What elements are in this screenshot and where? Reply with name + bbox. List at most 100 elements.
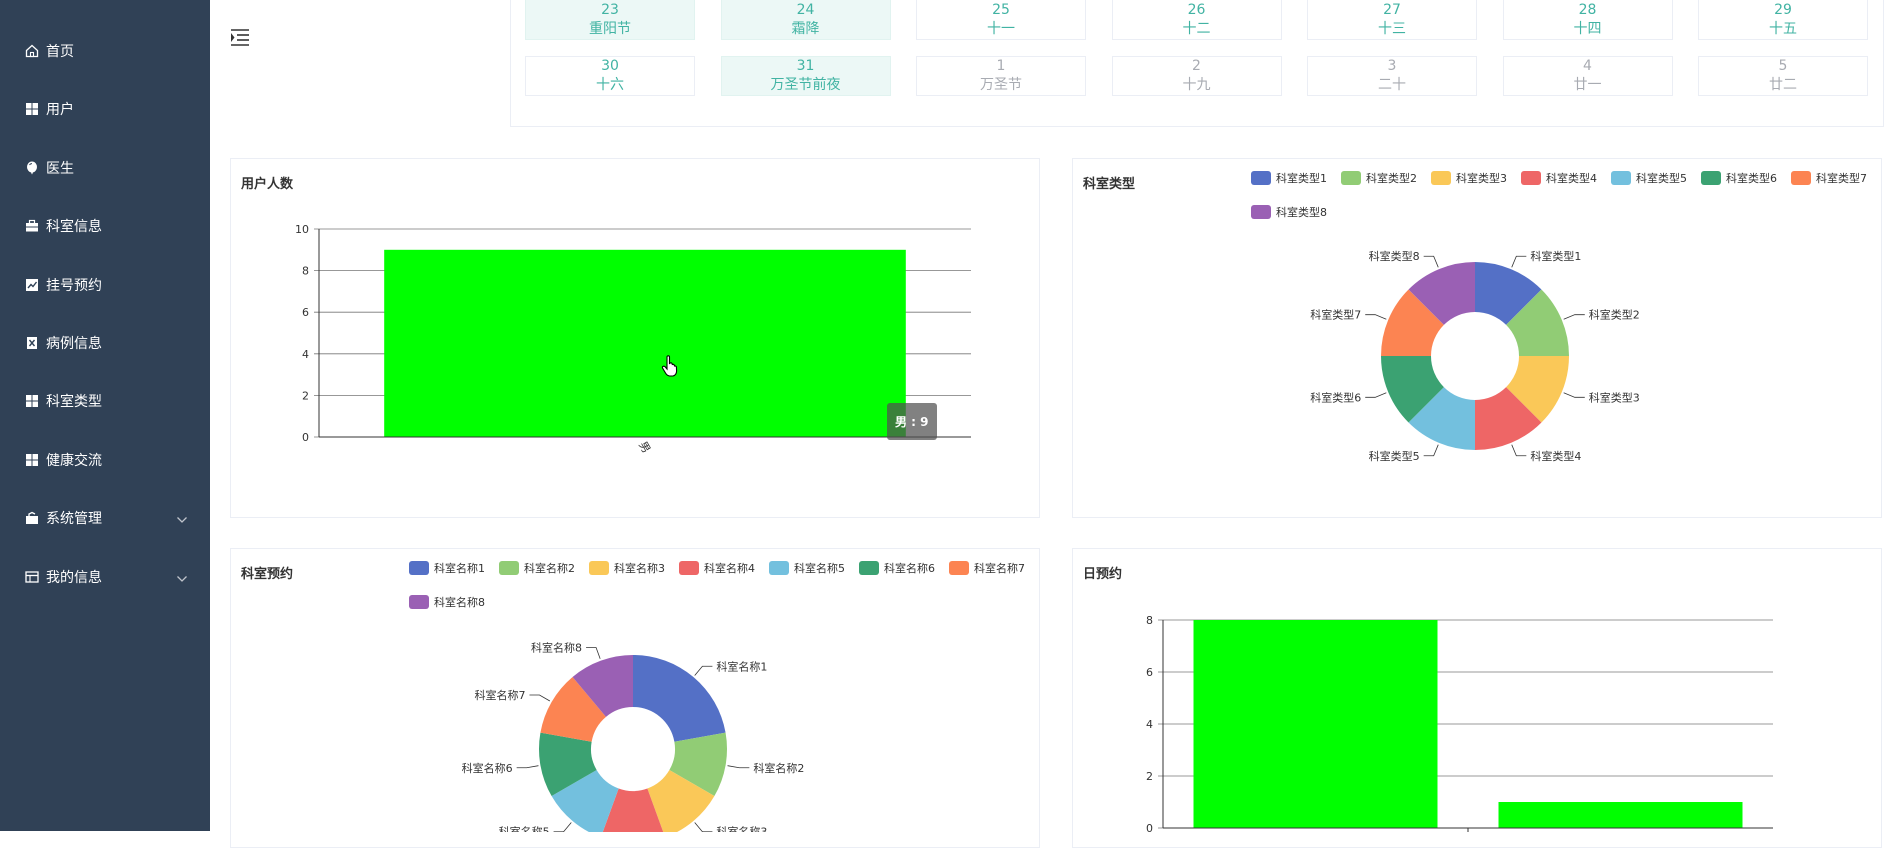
calendar-day-number: 5: [1778, 58, 1788, 74]
calendar-day-number: 29: [1774, 2, 1792, 18]
label-line: [1423, 255, 1439, 268]
calendar-day-cell[interactable]: 30 十六: [525, 56, 695, 96]
calendar-day-cell[interactable]: 27 十三: [1307, 0, 1477, 40]
y-tick-label: 8: [1146, 614, 1153, 627]
chevron-down-icon: [176, 571, 188, 587]
calendar-lunar-label: 十四: [1573, 21, 1602, 37]
y-tick-label: 4: [302, 348, 309, 361]
y-tick-label: 6: [1146, 666, 1153, 679]
calendar-day-cell[interactable]: 31 万圣节前夜: [720, 56, 891, 96]
slice-label: 科室类型4: [1530, 449, 1581, 463]
calendar-day-cell[interactable]: 28 十四: [1502, 0, 1673, 40]
calendar-day-cell[interactable]: 29 十五: [1698, 0, 1868, 40]
sidebar-item-home[interactable]: 首页: [0, 22, 210, 80]
label-line: [586, 647, 601, 659]
label-line: [1511, 444, 1527, 457]
daily-booking-bar-chart: 02468: [1146, 614, 1773, 832]
calendar-day-cell[interactable]: 23 重阳节: [525, 0, 695, 40]
calendar-day-cell[interactable]: 1 万圣节: [916, 56, 1086, 96]
chevron-down-icon: [176, 512, 188, 528]
label-line: [694, 822, 713, 832]
sidebar-item-users[interactable]: 用户: [0, 80, 210, 138]
grid-icon: [24, 393, 40, 409]
document-icon: [24, 335, 40, 351]
slice-label: 科室类型5: [1369, 449, 1420, 463]
label-line: [1563, 392, 1585, 398]
calendar-day-cell[interactable]: 5 廿二: [1698, 56, 1868, 96]
sidebar-item-label: 用户: [46, 102, 74, 118]
calendar-lunar-label: 十九: [1182, 77, 1211, 93]
label-line: [1511, 255, 1527, 268]
sidebar-item-label: 病例信息: [46, 336, 102, 352]
sidebar-item-dept-types[interactable]: 科室类型: [0, 372, 210, 430]
y-tick-label: 6: [302, 306, 309, 319]
y-tick-label: 10: [295, 223, 309, 236]
x-tick-label: 男: [636, 439, 653, 455]
label-line: [727, 765, 750, 769]
calendar-day-number: 23: [601, 2, 619, 18]
calendar-lunar-label: 十二: [1182, 21, 1211, 37]
calendar-day-number: 26: [1187, 2, 1206, 18]
label-line: [516, 765, 539, 769]
label-line: [553, 822, 572, 832]
calendar-lunar-label: 十五: [1769, 21, 1797, 37]
home-icon: [24, 43, 40, 59]
users-bar-chart: 0 2 4 6 8 10 男: [295, 223, 971, 455]
calendar-day-number: 30: [601, 58, 619, 74]
y-tick-label: 4: [1146, 718, 1153, 731]
sidebar-item-label: 系统管理: [46, 511, 102, 527]
slice-label: 科室类型3: [1589, 390, 1640, 404]
y-tick-label: 2: [302, 389, 309, 402]
sidebar-item-dept-info[interactable]: 科室信息: [0, 197, 210, 255]
sidebar-item-label: 医生: [46, 161, 74, 177]
menu-toggle-icon[interactable]: [230, 28, 250, 50]
calendar-day-cell[interactable]: 3 二十: [1307, 56, 1477, 96]
calendar-day-cell[interactable]: 4 廿一: [1502, 56, 1673, 96]
calendar-lunar-label: 万圣节: [980, 77, 1022, 93]
calendar-lunar-label: 重阳节: [589, 21, 631, 37]
slice-label: 科室名称7: [474, 688, 525, 702]
calendar-day-cell[interactable]: 2 十九: [1111, 56, 1282, 96]
sidebar-item-label: 我的信息: [46, 570, 102, 586]
calendar-day-cell[interactable]: 25 十一: [916, 0, 1086, 40]
bar: [384, 249, 906, 437]
bar: [1193, 620, 1438, 828]
sidebar-item-my-info[interactable]: 我的信息: [0, 548, 210, 606]
toolbox-icon: [24, 510, 40, 526]
briefcase-icon: [24, 218, 40, 234]
calendar-day-number: 27: [1383, 2, 1401, 18]
calendar-day-number: 4: [1583, 58, 1592, 74]
grid-icon: [24, 101, 40, 117]
sidebar-item-booking[interactable]: 挂号预约: [0, 256, 210, 314]
label-line: [1365, 314, 1387, 320]
calendar-lunar-label: 廿二: [1769, 77, 1797, 93]
sidebar-item-label: 健康交流: [46, 453, 102, 469]
calendar-lunar-label: 廿一: [1573, 77, 1602, 93]
main-content: 23 重阳节 24 霜降 25 十一 26 十二 27 十三 28 十四 29 十五 30 十六 31 万圣节前夜…: [210, 0, 1902, 848]
sidebar-item-system[interactable]: 系统管理: [0, 489, 210, 547]
label-line: [1423, 444, 1439, 457]
sidebar-item-cases[interactable]: 病例信息: [0, 314, 210, 372]
grid-icon: [24, 452, 40, 468]
calendar-day-cell[interactable]: 26 十二: [1111, 0, 1282, 40]
sidebar-item-label: 挂号预约: [46, 278, 102, 294]
calendar-day-cell[interactable]: 24 霜降: [720, 0, 891, 40]
slice-label: 科室类型6: [1310, 390, 1361, 404]
slice-label: 科室类型7: [1310, 308, 1361, 322]
slice-label: 科室名称2: [753, 761, 804, 775]
dept-type-chart-panel: 科室类型 科室类型1 科室类型2 科室类型3 科室类型4 科室类型5 科室类型6 科室类型7…: [1072, 158, 1882, 518]
chart-tooltip: 男 : 9: [887, 403, 937, 440]
label-line: [529, 694, 551, 702]
sidebar-item-doctors[interactable]: 医生: [0, 139, 210, 197]
slice-label: 科室名称8: [531, 641, 582, 655]
calendar-day-number: 25: [992, 2, 1010, 18]
sidebar-item-health-forum[interactable]: 健康交流: [0, 431, 210, 489]
sidebar-item-label: 科室信息: [46, 219, 102, 235]
calendar-lunar-label: 二十: [1378, 77, 1406, 93]
calendar-day-number: 24: [796, 2, 815, 18]
slice-label: 科室名称1: [716, 659, 767, 673]
label-line: [1365, 392, 1387, 398]
y-tick-label: 2: [1146, 770, 1153, 783]
hand-cursor-icon: [661, 355, 679, 381]
sidebar-item-label: 首页: [46, 44, 74, 60]
